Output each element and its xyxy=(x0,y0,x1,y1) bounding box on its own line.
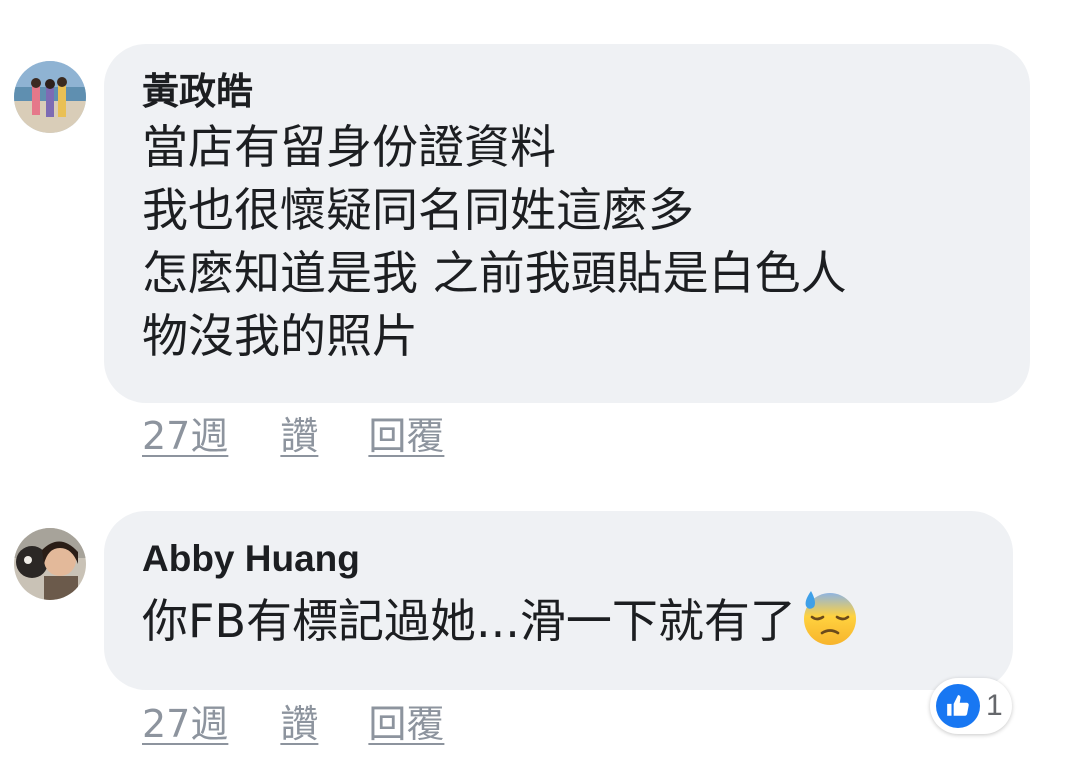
comment-bubble: 黃政皓 當店有留身份證資料 我也很懷疑同名同姓這麼多 怎麼知道是我 之前我頭貼是… xyxy=(104,44,1030,403)
comment-line: 你FB有標記過她...滑一下就有了 xyxy=(142,587,975,653)
reply-button[interactable]: 回覆 xyxy=(368,414,444,458)
avatar[interactable] xyxy=(14,528,86,600)
comment-line: 我也很懷疑同名同姓這麼多 xyxy=(142,183,694,237)
comment-bubble: Abby Huang 你FB有標記過她...滑一下就有了 xyxy=(104,511,1013,690)
reaction-count-badge[interactable]: 1 xyxy=(930,678,1012,734)
like-button[interactable]: 讚 xyxy=(280,702,318,746)
comment-text: 你FB有標記過她...滑一下就有了 xyxy=(142,587,975,653)
comment-line: 物沒我的照片 xyxy=(142,309,418,363)
author-name[interactable]: 黃政皓 xyxy=(142,68,992,116)
comment-line-text: 你FB有標記過她...滑一下就有了 xyxy=(142,594,796,648)
reaction-count: 1 xyxy=(986,689,1003,722)
like-icon xyxy=(936,684,980,728)
comment-actions: 27週 讚 回覆 xyxy=(142,700,444,748)
comment-line: 當店有留身份證資料 xyxy=(142,120,556,174)
comment-actions: 27週 讚 回覆 xyxy=(142,412,444,460)
comment-line: 怎麼知道是我 之前我頭貼是白色人 xyxy=(142,246,847,300)
comment-text: 當店有留身份證資料 我也很懷疑同名同姓這麼多 怎麼知道是我 之前我頭貼是白色人 … xyxy=(142,116,992,368)
author-name[interactable]: Abby Huang xyxy=(142,535,975,583)
like-button[interactable]: 讚 xyxy=(280,414,318,458)
timestamp-link[interactable]: 27週 xyxy=(142,702,228,746)
reply-button[interactable]: 回覆 xyxy=(368,702,444,746)
sweat-face-emoji-icon xyxy=(800,587,860,647)
avatar[interactable] xyxy=(14,61,86,133)
timestamp-link[interactable]: 27週 xyxy=(142,414,228,458)
